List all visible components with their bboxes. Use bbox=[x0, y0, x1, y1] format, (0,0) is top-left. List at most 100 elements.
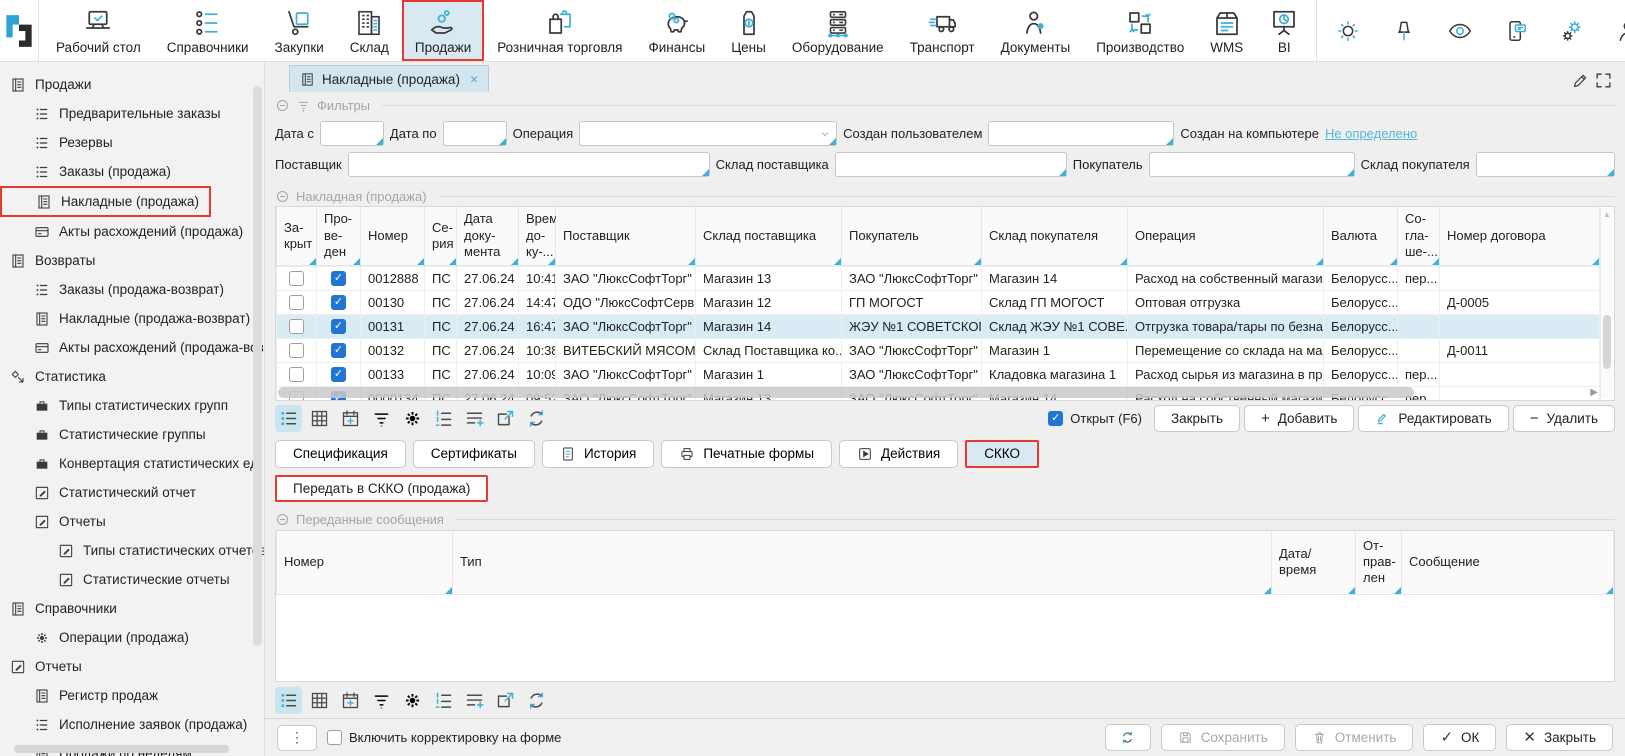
nav-item-prices[interactable]: Цены bbox=[718, 0, 779, 61]
ok-button[interactable]: ✓ОК bbox=[1423, 724, 1496, 751]
closed-checkbox[interactable] bbox=[289, 367, 304, 382]
posted-checkbox[interactable] bbox=[331, 295, 346, 310]
detail-tab[interactable]: Спецификация bbox=[275, 440, 406, 468]
sidebar-item[interactable]: Возвраты bbox=[0, 246, 264, 275]
table-row[interactable]: 0012888 ПС 27.06.24 10:41 ЗАО "ЛюксСофтТ… bbox=[277, 266, 1600, 290]
sidebar-item[interactable]: Накладные (продажа) bbox=[0, 186, 211, 217]
sidebar-item[interactable]: Конвертация статистических ед. и bbox=[0, 449, 264, 478]
sidebar-item[interactable]: Предварительные заказы bbox=[0, 99, 264, 128]
sidebar-item[interactable]: Справочники bbox=[0, 594, 264, 623]
column-header[interactable]: Номер bbox=[277, 531, 453, 595]
scroll-right-icon[interactable]: ▶ bbox=[1590, 387, 1598, 398]
gear-icon[interactable] bbox=[399, 687, 426, 714]
sidebar-item[interactable]: Акты расхождений (продажа) bbox=[0, 217, 264, 246]
column-header[interactable]: Тип bbox=[453, 531, 1272, 595]
closed-checkbox[interactable] bbox=[289, 271, 304, 286]
add-row-icon[interactable] bbox=[461, 687, 488, 714]
adjust-checkbox-row[interactable]: Включить корректировку на форме bbox=[327, 730, 561, 745]
adjust-checkbox[interactable] bbox=[327, 730, 342, 745]
column-header[interactable]: Врем до- ку-... bbox=[519, 207, 556, 265]
sidebar-item[interactable]: Статистика bbox=[0, 362, 264, 391]
sidebar-item[interactable]: Продажи bbox=[0, 70, 264, 99]
sidebar-item[interactable]: Акты расхождений (продажа-возв bbox=[0, 333, 264, 362]
column-header[interactable]: Про- ве- ден bbox=[317, 207, 361, 265]
nav-item-documents[interactable]: Документы bbox=[988, 0, 1084, 61]
column-header[interactable]: Сообщение bbox=[1402, 531, 1614, 595]
column-header[interactable]: Операция bbox=[1128, 207, 1324, 265]
gear-icon[interactable] bbox=[399, 405, 426, 432]
sidebar-item[interactable]: Статистические отчеты bbox=[0, 565, 264, 594]
nav-item-equipment[interactable]: Оборудование bbox=[779, 0, 897, 61]
fullscreen-button[interactable] bbox=[1592, 69, 1615, 92]
view-button[interactable] bbox=[1447, 18, 1473, 44]
sidebar-item[interactable]: Отчеты bbox=[0, 652, 264, 681]
refresh-icon[interactable] bbox=[523, 687, 550, 714]
sidebar-item[interactable]: Заказы (продажа) bbox=[0, 157, 264, 186]
nav-item-sales[interactable]: Продажи bbox=[402, 0, 484, 61]
detail-tab[interactable]: История bbox=[542, 440, 654, 468]
column-header[interactable]: Со- гла- ше-... bbox=[1398, 207, 1440, 265]
nav-item-wms[interactable]: WMS bbox=[1197, 0, 1256, 61]
nav-item-desktop[interactable]: Рабочий стол bbox=[43, 0, 154, 61]
sidebar-item[interactable]: Типы статистических отчетов bbox=[0, 536, 264, 565]
open-window-icon[interactable] bbox=[492, 405, 519, 432]
table-row[interactable]: 00130 ПС 27.06.24 14:47 ОДО "ЛюксСофтСер… bbox=[277, 290, 1600, 314]
column-header[interactable]: Склад поставщика bbox=[696, 207, 842, 265]
date-from-input[interactable] bbox=[321, 122, 383, 145]
column-header[interactable]: Се- рия bbox=[425, 207, 457, 265]
created-on-link[interactable]: Не определено bbox=[1325, 126, 1417, 141]
created-by-input[interactable] bbox=[989, 122, 1173, 145]
open-checkbox[interactable] bbox=[1048, 411, 1063, 426]
sidebar-item[interactable]: Регистр продаж bbox=[0, 681, 264, 710]
collapse-icon[interactable] bbox=[275, 98, 290, 113]
add-row-icon[interactable] bbox=[461, 405, 488, 432]
detail-tab[interactable]: СККО bbox=[965, 440, 1039, 468]
column-header[interactable]: Дата доку- мента bbox=[457, 207, 519, 265]
save-button[interactable]: Сохранить bbox=[1161, 724, 1285, 751]
sidebar-item[interactable]: Операции (продажа) bbox=[0, 623, 264, 652]
sidebar-item[interactable]: Статистический отчет bbox=[0, 478, 264, 507]
numbered-icon[interactable] bbox=[430, 687, 457, 714]
column-header[interactable]: За- крыт bbox=[277, 207, 317, 265]
buyer-input[interactable] bbox=[1150, 153, 1354, 176]
delete-button[interactable]: −Удалить bbox=[1513, 405, 1615, 432]
add-button[interactable]: +Добавить bbox=[1244, 405, 1354, 432]
nav-item-bi[interactable]: BI bbox=[1256, 0, 1312, 61]
posted-checkbox[interactable] bbox=[331, 319, 346, 334]
sidebar-item[interactable]: Отчеты bbox=[0, 507, 264, 536]
operation-select[interactable] bbox=[580, 122, 836, 145]
collapse-icon[interactable] bbox=[275, 189, 290, 204]
sidebar-item[interactable]: Резервы bbox=[0, 128, 264, 157]
nav-item-cart[interactable]: Закупки bbox=[262, 0, 337, 61]
column-header[interactable]: Валюта bbox=[1324, 207, 1398, 265]
nav-item-catalog[interactable]: Справочники bbox=[154, 0, 262, 61]
refresh-button[interactable] bbox=[1105, 724, 1151, 751]
column-header[interactable]: От- прав- лен bbox=[1356, 531, 1402, 595]
closed-checkbox[interactable] bbox=[289, 319, 304, 334]
cancel-button[interactable]: Отменить bbox=[1295, 724, 1414, 751]
numbered-icon[interactable] bbox=[430, 405, 457, 432]
invoices-horizontal-scrollbar[interactable] bbox=[278, 387, 1414, 398]
supplier-input[interactable] bbox=[349, 153, 709, 176]
theme-button[interactable] bbox=[1335, 18, 1361, 44]
detail-tab[interactable]: Печатные формы bbox=[661, 440, 832, 468]
sidebar-horizontal-scrollbar[interactable] bbox=[14, 745, 248, 753]
calendar-icon[interactable] bbox=[337, 687, 364, 714]
column-header[interactable]: Номер договора bbox=[1440, 207, 1600, 265]
detail-tab[interactable]: Действия bbox=[839, 440, 958, 468]
tab-close-icon[interactable]: × bbox=[470, 71, 478, 87]
edit-form-button[interactable] bbox=[1569, 69, 1592, 92]
calendar-icon[interactable] bbox=[337, 405, 364, 432]
grid-icon[interactable] bbox=[306, 405, 333, 432]
pin-button[interactable] bbox=[1391, 18, 1417, 44]
column-header[interactable]: Номер bbox=[361, 207, 425, 265]
column-header[interactable]: Дата/время bbox=[1272, 531, 1356, 595]
table-row[interactable]: 00131 ПС 27.06.24 16:47 ЗАО "ЛюксСофтТор… bbox=[277, 314, 1600, 338]
refresh-icon[interactable] bbox=[523, 405, 550, 432]
rows-icon[interactable] bbox=[275, 687, 302, 714]
table-row[interactable]: 00133 ПС 27.06.24 10:09 ЗАО "ЛюксСофтТор… bbox=[277, 362, 1600, 386]
chevron-down-icon[interactable] bbox=[819, 128, 831, 140]
feedback-button[interactable] bbox=[1503, 18, 1529, 44]
detail-tab[interactable]: Сертификаты bbox=[413, 440, 535, 468]
nav-item-retail[interactable]: Розничная торговля bbox=[484, 0, 635, 61]
